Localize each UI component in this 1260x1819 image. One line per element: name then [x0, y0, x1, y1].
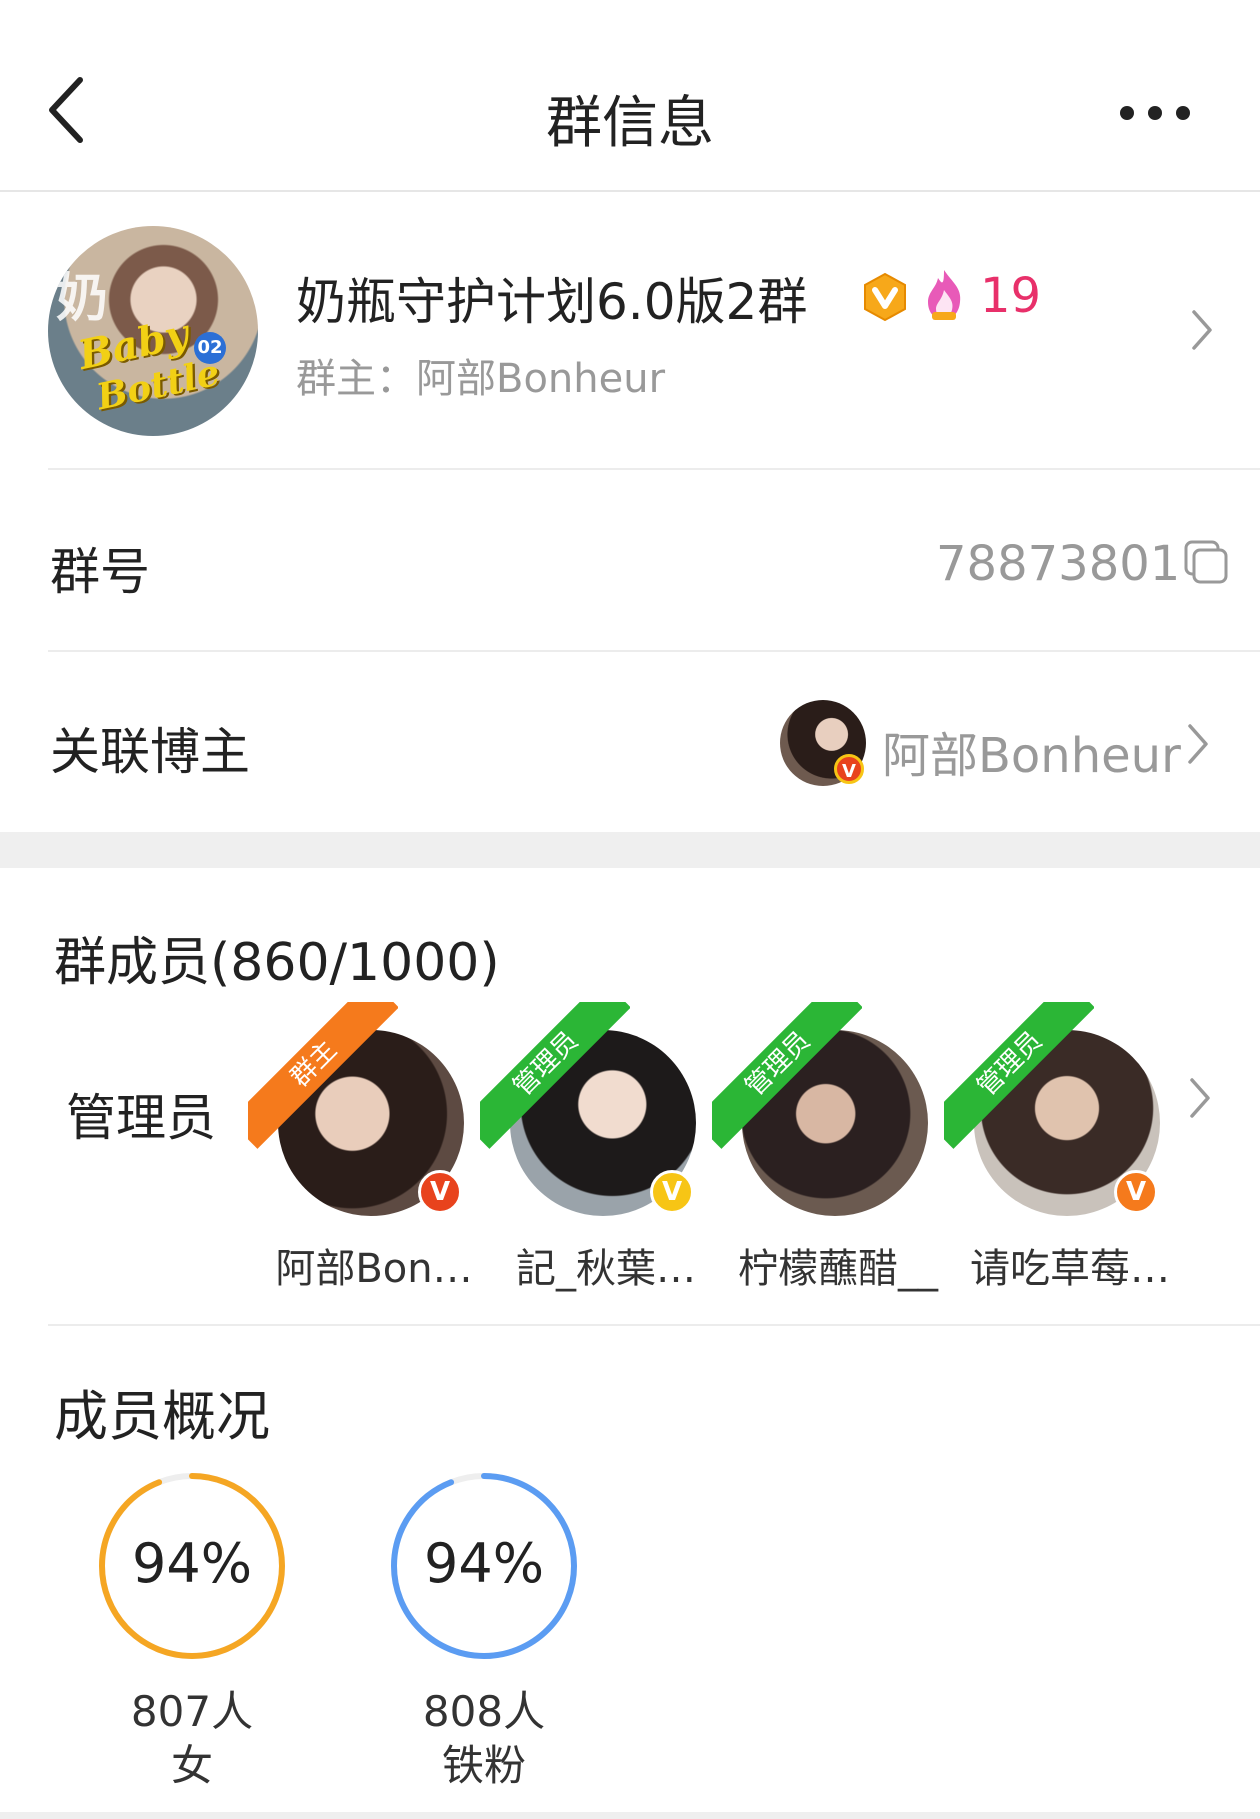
verified-v-icon: V [834, 754, 864, 784]
member-name: 柠檬蘸醋__ [738, 1246, 938, 1292]
more-dot [1176, 106, 1190, 120]
page-title: 群信息 [546, 91, 714, 156]
role-ribbon-text: 管理员 [480, 1002, 630, 1149]
role-ribbon-text: 群主 [248, 1002, 398, 1149]
avatar-char: 奶 [56, 269, 109, 329]
more-dot [1148, 106, 1162, 120]
role-ribbon: 管理员 [712, 1002, 862, 1152]
overview-title: 成员概况 [54, 1385, 270, 1448]
stat-percent: 94% [131, 1532, 253, 1595]
verified-v-icon: V [418, 1170, 462, 1214]
stat-count: 807人 [130, 1687, 254, 1736]
verified-v-icon [862, 272, 908, 322]
member-name: 記_秋葉… [516, 1246, 696, 1292]
group-avatar[interactable]: 奶 02 Baby Bottle [48, 226, 258, 436]
copy-icon[interactable] [1184, 540, 1228, 584]
chevron-right-icon[interactable] [1186, 722, 1210, 770]
verified-v-icon: V [1114, 1170, 1158, 1214]
group-id-label: 群号 [50, 543, 150, 601]
group-owner-line: 群主：阿部Bonheur [296, 356, 666, 402]
divider [48, 1324, 1260, 1326]
role-ribbon: 群主 [248, 1002, 398, 1152]
more-dots-icon [1120, 106, 1134, 120]
members-title[interactable]: 群成员(860/1000) [54, 920, 500, 995]
role-ribbon-text: 管理员 [944, 1002, 1094, 1149]
divider [48, 650, 1260, 652]
stat-count: 808人 [422, 1687, 546, 1736]
chevron-right-icon[interactable] [1190, 308, 1214, 356]
group-name: 奶瓶守护计划6.0版2群 [296, 273, 808, 331]
blogger-name[interactable]: 阿部Bonheur [882, 716, 1181, 786]
section-separator [0, 832, 1260, 868]
role-ribbon: 管理员 [944, 1002, 1094, 1152]
divider [48, 468, 1260, 470]
chevron-right-icon[interactable] [1188, 1076, 1212, 1124]
stat-label: 铁粉 [441, 1741, 526, 1790]
stat-percent: 94% [423, 1532, 545, 1595]
role-ribbon-text: 管理员 [712, 1002, 862, 1149]
stat-label: 女 [170, 1741, 213, 1790]
verified-v-icon: V [650, 1170, 694, 1214]
hot-count: 19 [980, 268, 1042, 324]
stat-female: 94% 807人 女 [94, 1468, 290, 1808]
admin-label: 管理员 [66, 1089, 216, 1147]
stat-fans: 94% 808人 铁粉 [386, 1468, 582, 1808]
group-id-value: 78873801 [936, 536, 1181, 592]
member-name: 阿部Bon… [275, 1246, 473, 1292]
role-ribbon: 管理员 [480, 1002, 630, 1152]
member-name: 请吃草莓… [970, 1246, 1170, 1292]
fire-icon [922, 268, 966, 322]
more-button[interactable] [1120, 95, 1210, 131]
related-blogger-label: 关联博主 [50, 723, 250, 781]
bottom-separator [0, 1812, 1260, 1819]
